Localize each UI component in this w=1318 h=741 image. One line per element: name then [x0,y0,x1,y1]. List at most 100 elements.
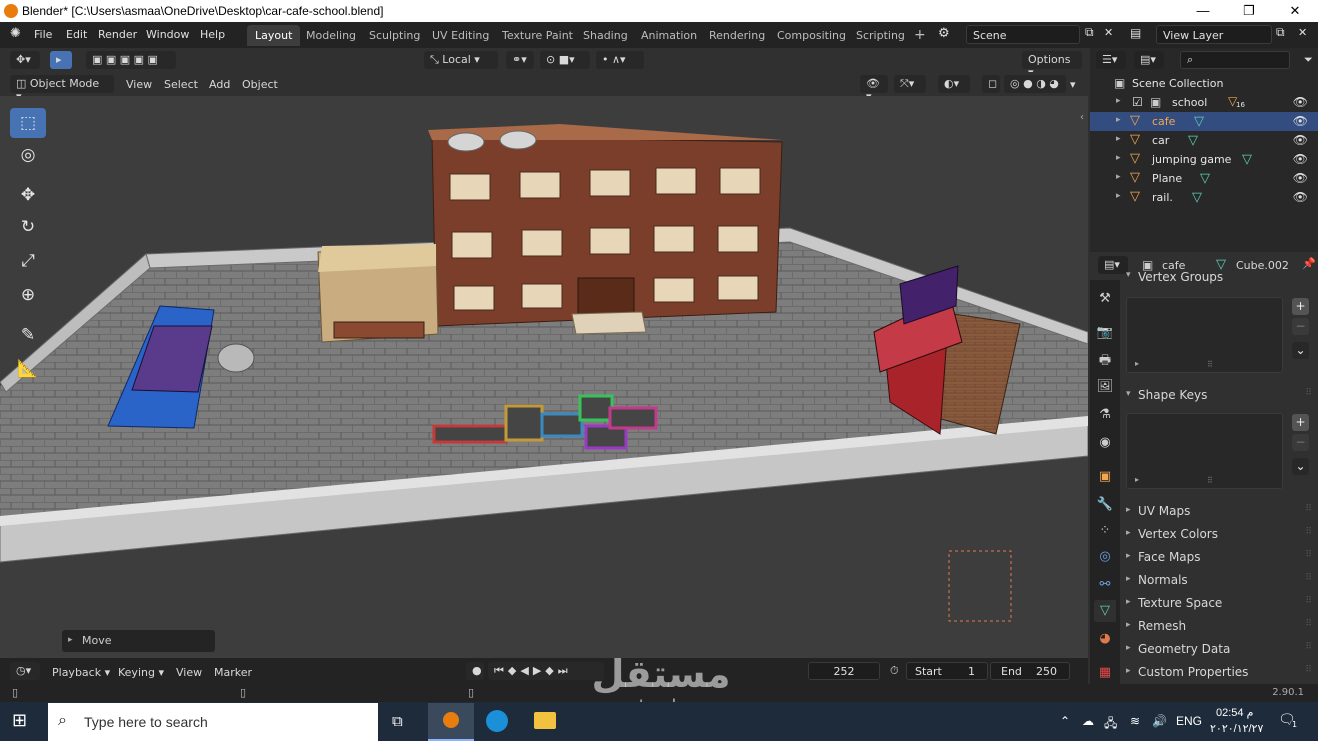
geometry-data-panel-header[interactable]: ▸ Geometry Data ⠿ [1124,638,1314,660]
record-icon[interactable]: ● [466,662,484,680]
copy-scene-icon[interactable]: ⧉ [1085,25,1094,40]
tab-shading[interactable]: Shading [575,25,636,46]
scene-tab-icon[interactable]: ⚗ [1094,404,1116,426]
object-mode-select[interactable]: ◫ Object Mode ▾ [10,75,114,103]
visibility-eye-icon[interactable]: 👁 [1293,171,1308,185]
tab-scripting[interactable]: Scripting [848,25,913,46]
move-tool-icon[interactable]: ✥ [10,180,46,210]
transform-tool-icon[interactable]: ⊕ [10,280,46,310]
file-explorer-icon[interactable] [534,712,556,729]
timeline-menu-keying[interactable]: Keying ▾ [114,664,168,681]
options-dropdown[interactable]: Options ▾ [1022,51,1082,79]
constraints-tab-icon[interactable]: ⚯ [1094,574,1116,596]
viewport-menu-add[interactable]: Add [205,76,234,93]
remove-shape-key-button[interactable]: − [1292,434,1309,451]
drag-grip-icon[interactable]: ⠿ [1305,388,1312,398]
visibility-eye-icon[interactable]: 👁 [1293,152,1308,166]
close-button[interactable]: ✕ [1272,0,1318,22]
resize-grip-icon[interactable]: ⠿ [1207,360,1213,369]
editor-type-button[interactable]: ✥▾ [10,51,40,69]
mesh-data-tab-icon[interactable]: ▽ [1094,600,1116,622]
snap-button[interactable]: ⊙ ■▾ [540,51,590,69]
edge-browser-icon[interactable] [486,710,508,732]
shading-mode-buttons[interactable]: ◎ ● ◑ ◕ [1004,75,1066,93]
uv-maps-panel-header[interactable]: ▸ UV Maps ⠿ [1124,500,1314,522]
delete-scene-icon[interactable]: ✕ [1104,26,1113,39]
copy-view-layer-icon[interactable]: ⧉ [1276,25,1285,40]
add-workspace-button[interactable]: + [906,25,934,46]
timeline-menu-marker[interactable]: Marker [210,664,256,681]
face-maps-panel-header[interactable]: ▸ Face Maps ⠿ [1124,546,1314,568]
menu-window[interactable]: Window [146,28,189,41]
vertex-groups-panel-header[interactable]: ▾ Vertex Groups [1124,270,1314,284]
selection-mode-buttons[interactable]: ▣ ▣ ▣ ▣ ▣ [86,51,176,69]
outliner-row-jumping-game[interactable]: ▸ ▽ jumping game ▽ 👁 [1090,150,1318,169]
cursor-tool-icon[interactable]: ◎ [10,140,46,170]
annotate-tool-icon[interactable]: ✎ [10,320,46,350]
texture-tab-icon[interactable]: ▦ [1094,662,1116,684]
tab-texture-paint[interactable]: Texture Paint [494,25,581,46]
timeline-menu-view[interactable]: View [172,664,206,681]
particles-tab-icon[interactable]: ⁘ [1094,520,1116,542]
language-indicator[interactable]: ENG [1176,714,1202,728]
outliner-row-car[interactable]: ▸ ▽ car ▽ 👁 [1090,131,1318,150]
drag-grip-icon[interactable]: ⠿ [1305,619,1312,629]
expand-triangle-icon[interactable]: ▸ [1116,134,1121,144]
add-vertex-group-button[interactable]: + [1292,298,1309,315]
tab-layout[interactable]: Layout [247,25,301,46]
view-layer-tab-icon[interactable]: 🖼 [1094,376,1116,398]
tab-rendering[interactable]: Rendering [701,25,773,46]
outliner-search-input[interactable]: ⌕ [1180,51,1290,69]
network-icon[interactable]: 🖧 [1104,714,1117,735]
custom-properties-panel-header[interactable]: ▸ Custom Properties ⠿ [1124,661,1314,683]
menu-edit[interactable]: Edit [66,28,87,41]
viewport-menu-view[interactable]: View [122,76,156,93]
menu-help[interactable]: Help [200,28,225,41]
expand-triangle-icon[interactable]: ▸ [1116,153,1121,163]
transform-orientation-select[interactable]: ⤡ Local ▾ [424,51,498,69]
taskbar-blender-app[interactable] [428,703,474,741]
outliner-row-rail[interactable]: ▸ ▽ rail. ▽ 👁 [1090,188,1318,207]
visibility-eye-icon[interactable]: 👁 [1293,114,1308,128]
minimize-button[interactable]: — [1180,0,1226,22]
texture-space-panel-header[interactable]: ▸ Texture Space ⠿ [1124,592,1314,614]
resize-grip-icon[interactable]: ⠿ [1207,476,1213,485]
sidebar-toggle-icon[interactable]: ‹ [1080,112,1084,123]
object-tab-icon[interactable]: ▣ [1094,466,1116,488]
tool-tab-icon[interactable]: ⚒ [1094,288,1116,310]
checkbox-icon[interactable]: ☑ [1132,95,1143,109]
expand-triangle-icon[interactable]: ▸ [1116,115,1121,125]
wifi-icon[interactable]: ≋ [1130,714,1140,728]
task-view-icon[interactable]: ⧉ [392,712,403,730]
pivot-point-button[interactable]: ⚭▾ [506,51,534,69]
drag-grip-icon[interactable]: ⠿ [1305,573,1312,583]
tab-animation[interactable]: Animation [633,25,705,46]
menu-render[interactable]: Render [98,28,137,41]
vertex-groups-list[interactable]: ▸ ⠿ [1126,297,1283,373]
3d-viewport[interactable] [0,96,1088,658]
expand-triangle-icon[interactable]: ▸ [1116,96,1121,106]
start-frame-field[interactable]: Start 1 [906,662,988,680]
render-tab-icon[interactable]: 📷 [1094,322,1116,344]
drag-grip-icon[interactable]: ⠿ [1305,504,1312,514]
remesh-panel-header[interactable]: ▸ Remesh ⠿ [1124,615,1314,637]
gizmo-icon[interactable]: ⤧▾ [894,75,926,93]
select-box-tool-icon[interactable]: ⬚ [10,108,46,138]
timeline-editor-type-icon[interactable]: ◷▾ [10,662,40,680]
expand-triangle-icon[interactable]: ▸ [1116,191,1121,201]
normals-panel-header[interactable]: ▸ Normals ⠿ [1124,569,1314,591]
expand-triangle-icon[interactable]: ▸ [1116,172,1121,182]
restore-button[interactable]: ❐ [1226,0,1272,22]
clock-time[interactable]: 02:54 م [1216,706,1253,719]
drag-grip-icon[interactable]: ⠿ [1305,642,1312,652]
measure-tool-icon[interactable]: 📐 [10,354,46,384]
outliner-row-plane[interactable]: ▸ ▽ Plane ▽ 👁 [1090,169,1318,188]
overlays-icon[interactable]: ◐▾ [938,75,970,93]
output-tab-icon[interactable]: 🖶 [1094,350,1116,372]
rotate-tool-icon[interactable]: ↻ [10,212,46,242]
filter-icon[interactable]: ⏷ [1300,51,1317,69]
remove-vertex-group-button[interactable]: − [1292,318,1309,335]
drag-grip-icon[interactable]: ⠿ [1305,550,1312,560]
current-frame-field[interactable]: 252 [808,662,880,680]
stopwatch-icon[interactable]: ⏱ [886,662,903,680]
